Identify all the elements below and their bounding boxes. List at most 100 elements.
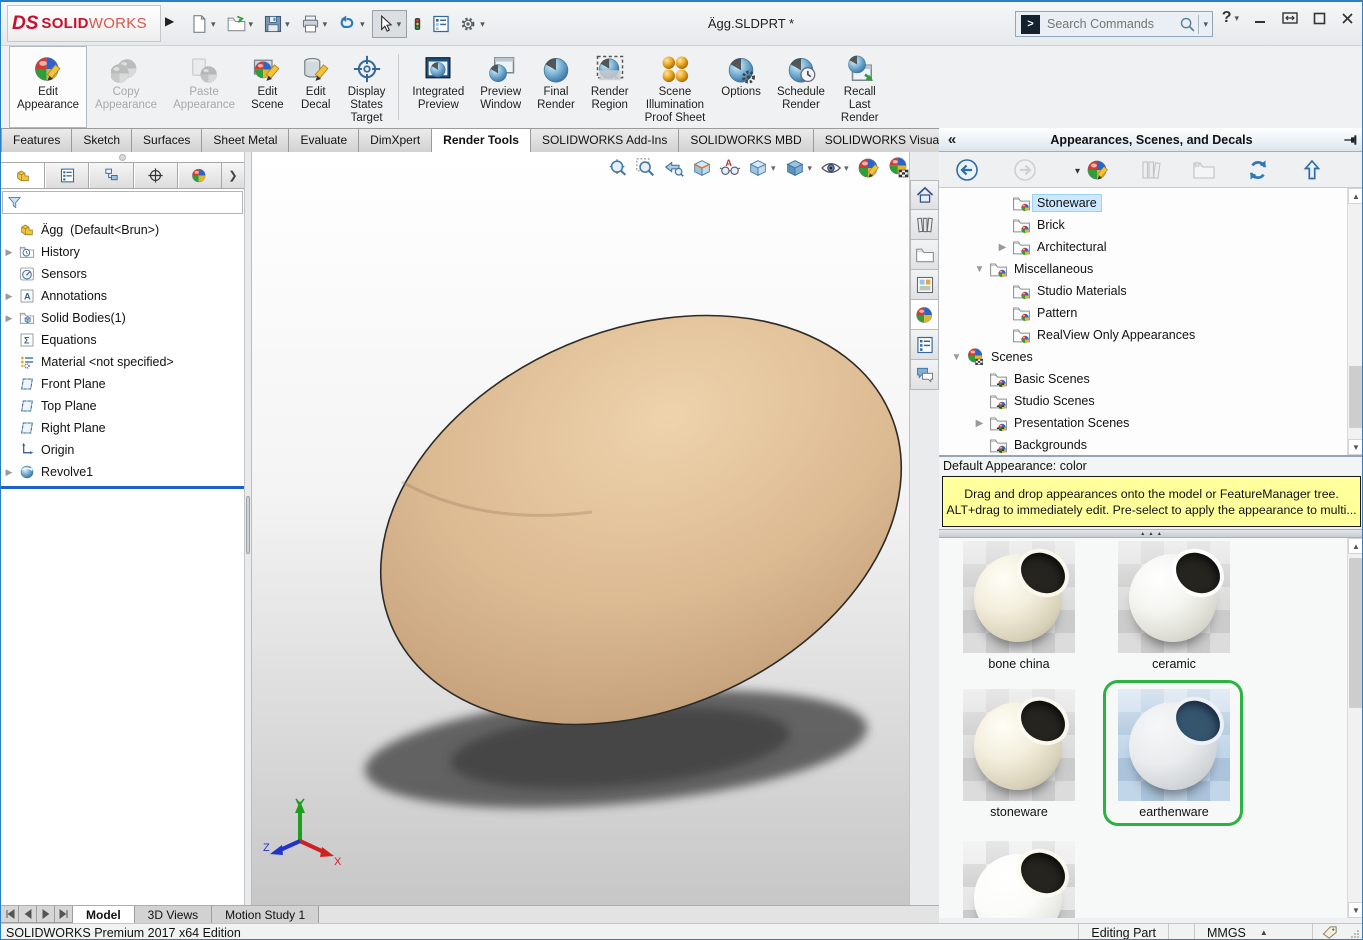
task-pane-tab-view-palette[interactable]	[910, 270, 939, 300]
print-button[interactable]: ▾	[297, 10, 334, 38]
dropdown-arrow-icon[interactable]: ▾	[285, 19, 290, 30]
view-tab-3d-views[interactable]: 3D Views	[135, 906, 212, 923]
pin-icon[interactable]	[1338, 133, 1363, 147]
appearance-tree-item-scenes[interactable]: ▼Scenes	[939, 346, 1363, 368]
task-pane-tab-home[interactable]	[910, 180, 939, 210]
ribbon-button-options[interactable]: Options	[713, 46, 769, 128]
ribbon-button-recall-last-render[interactable]: RecallLastRender	[833, 46, 887, 128]
expand-arrow-icon[interactable]: ▶	[1, 291, 17, 302]
view-tab-model[interactable]: Model	[73, 906, 135, 923]
tab-sheet-metal[interactable]: Sheet Metal	[201, 128, 289, 152]
appearance-tree-item-presentation-scenes[interactable]: ▶Presentation Scenes	[939, 412, 1363, 434]
tab-evaluate[interactable]: Evaluate	[288, 128, 359, 152]
ribbon-button-final-render[interactable]: FinalRender	[529, 46, 583, 128]
edit-appearance-button[interactable]	[854, 155, 884, 181]
search-dropdown-icon[interactable]: ▾	[1198, 15, 1212, 34]
task-pane-tab-file-explorer[interactable]	[910, 240, 939, 270]
view-tab-scroll-previous-button[interactable]	[19, 906, 37, 923]
undo-button[interactable]: ▾	[334, 10, 371, 38]
appearance-tree-item-realview-only-appearances[interactable]: RealView Only Appearances	[939, 324, 1363, 346]
task-pane-tab-appearances[interactable]	[910, 300, 939, 330]
tree-root[interactable]: Ägg (Default<Brun>)	[1, 219, 244, 241]
scroll-up-icon[interactable]: ▲	[1348, 538, 1363, 554]
feature-manager-tab-fm-list[interactable]	[45, 163, 89, 188]
dropdown-arrow-icon[interactable]: ▾	[844, 163, 849, 174]
material-sphere-image[interactable]	[963, 541, 1075, 653]
tree-item-sensors[interactable]: Sensors	[1, 263, 244, 285]
feature-manager-tab-configurations[interactable]	[89, 163, 133, 188]
dropdown-arrow-icon[interactable]: ▾	[323, 19, 328, 30]
appearance-tree-item-miscellaneous[interactable]: ▼Miscellaneous	[939, 258, 1363, 280]
tab-features[interactable]: Features	[1, 128, 72, 152]
view-orientation-button[interactable]: ▾	[744, 156, 781, 180]
task-pane-tab-forum[interactable]	[910, 360, 939, 390]
appearance-thumbnail-partial[interactable]	[963, 841, 1075, 918]
tab-dimxpert[interactable]: DimXpert	[358, 128, 432, 152]
ribbon-button-scene-illumination-proof-sheet[interactable]: SceneIlluminationProof Sheet	[637, 46, 714, 128]
cascade-windows-button[interactable]	[1282, 11, 1298, 25]
tree-item-top-plane[interactable]: Top Plane	[1, 395, 244, 417]
ribbon-button-integrated-preview[interactable]: IntegratedPreview	[404, 46, 472, 128]
material-sphere-image[interactable]	[963, 841, 1075, 918]
menu-expander-icon[interactable]: ▶	[165, 14, 174, 28]
resize-grip[interactable]	[1348, 924, 1362, 940]
expand-arrow-icon[interactable]: ▶	[1, 467, 17, 478]
close-button[interactable]	[1341, 12, 1354, 25]
tree-item-solid-bodies-1[interactable]: ▶Solid Bodies(1)	[1, 307, 244, 329]
expand-arrow-icon[interactable]: ▶	[972, 418, 987, 429]
ribbon-button-edit-decal[interactable]: EditDecal	[292, 46, 340, 128]
search-input[interactable]	[1045, 16, 1177, 32]
previous-view-button[interactable]	[660, 156, 688, 180]
egg-model[interactable]	[252, 152, 909, 905]
dropdown-arrow-icon[interactable]: ▾	[771, 163, 776, 174]
edit-appearance-button[interactable]	[1086, 158, 1110, 182]
tab-solidworks-add-ins[interactable]: SOLIDWORKS Add-Ins	[530, 128, 679, 152]
tab-solidworks-mbd[interactable]: SOLIDWORKS MBD	[678, 128, 813, 152]
appearance-thumbnail-ceramic[interactable]: ceramic	[1118, 541, 1230, 671]
scroll-down-icon[interactable]: ▼	[1348, 439, 1363, 455]
tree-item-annotations[interactable]: ▶AAnnotations	[1, 285, 244, 307]
feature-manager-tab-part[interactable]	[1, 163, 45, 188]
expand-arrow-icon[interactable]: ▶	[1, 313, 17, 324]
appearance-tree-item-stoneware[interactable]: Stoneware	[939, 192, 1363, 214]
appearance-thumbnail-earthenware[interactable]: earthenware	[1118, 689, 1230, 819]
new-document-button[interactable]: ▾	[186, 10, 222, 38]
back-button[interactable]	[955, 158, 979, 182]
thumbnails-scrollbar[interactable]: ▲ ▼	[1347, 538, 1363, 918]
zoom-to-area-button[interactable]	[632, 156, 660, 180]
hide-show-items-button[interactable]: ▾	[817, 156, 854, 180]
xpert-traffic-light-button[interactable]	[408, 9, 427, 39]
view-tab-motion-study-1[interactable]: Motion Study 1	[212, 906, 319, 923]
expand-arrow-icon[interactable]: ▶	[995, 242, 1010, 253]
tree-item-history[interactable]: ▶History	[1, 241, 244, 263]
dropdown-arrow-icon[interactable]: ▾	[211, 19, 216, 30]
save-button[interactable]: ▾	[260, 10, 296, 38]
appearance-tree-item-architectural[interactable]: ▶Architectural	[939, 236, 1363, 258]
appearance-tree-item-studio-materials[interactable]: Studio Materials	[939, 280, 1363, 302]
expand-arrow-icon[interactable]: ▶	[1, 247, 17, 258]
dropdown-arrow-icon[interactable]: ▾	[808, 163, 813, 174]
feature-manager-tab-display-manager[interactable]	[178, 163, 222, 188]
search-icon[interactable]	[1177, 16, 1198, 33]
graphics-viewport[interactable]: A▾▾▾▾ Y X Z	[252, 152, 909, 905]
material-sphere-image[interactable]	[1118, 689, 1230, 801]
help-button[interactable]: ?▾	[1222, 9, 1239, 27]
annotation-views-button[interactable]: A	[716, 156, 744, 180]
appearance-tree-item-brick[interactable]: Brick	[939, 214, 1363, 236]
appearance-tree-item-studio-scenes[interactable]: Studio Scenes	[939, 390, 1363, 412]
tree-scrollbar[interactable]: ▲ ▼	[1347, 188, 1363, 455]
task-pane-tab-design-library[interactable]	[910, 210, 939, 240]
minimize-button[interactable]	[1254, 12, 1267, 25]
dropdown-arrow-icon[interactable]: ▾	[360, 19, 365, 30]
units-selector[interactable]: MMGS▲	[1194, 924, 1312, 940]
appearance-thumbnail-bone-china[interactable]: bone china	[963, 541, 1075, 671]
tab-render-tools[interactable]: Render Tools	[431, 128, 531, 152]
material-sphere-image[interactable]	[1118, 541, 1230, 653]
zoom-to-fit-button[interactable]	[604, 156, 632, 180]
open-button[interactable]: ▾	[223, 10, 260, 38]
ribbon-button-edit-appearance[interactable]: EditAppearance	[9, 46, 87, 128]
ribbon-button-schedule-render[interactable]: ScheduleRender	[769, 46, 833, 128]
rollback-bar[interactable]	[1, 486, 244, 489]
view-tab-scroll-first-button[interactable]	[1, 906, 19, 923]
move-up-button[interactable]	[1300, 158, 1324, 182]
